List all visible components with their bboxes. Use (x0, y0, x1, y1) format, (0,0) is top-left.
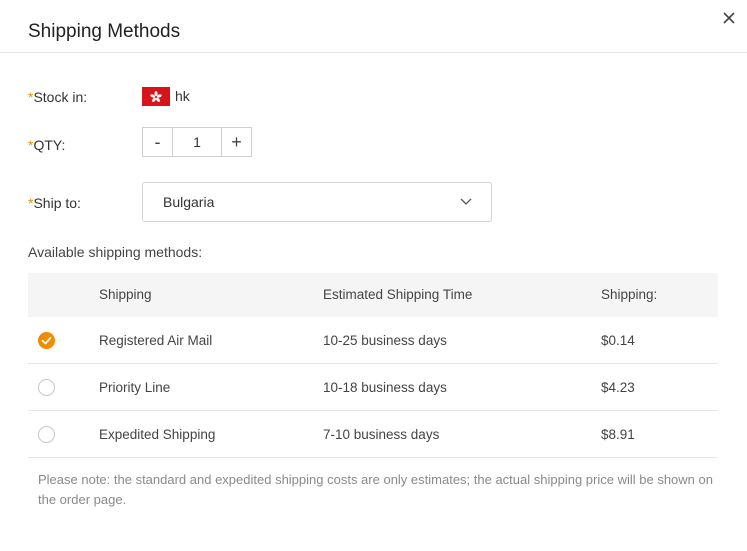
table-row[interactable]: Registered Air Mail 10-25 business days … (28, 317, 718, 364)
radio-expedited-shipping[interactable] (38, 426, 55, 443)
chevron-down-icon (460, 198, 472, 205)
table-row[interactable]: Priority Line 10-18 business days $4.23 (28, 364, 718, 411)
method-time: 7-10 business days (323, 427, 440, 442)
method-price: $8.91 (601, 427, 635, 442)
stock-label: *Stock in: (28, 89, 88, 105)
qty-label: *QTY: (28, 137, 66, 153)
close-icon[interactable] (719, 8, 739, 28)
ship-to-select[interactable]: Bulgaria (142, 182, 492, 222)
check-icon (41, 336, 52, 345)
method-name: Registered Air Mail (99, 333, 213, 348)
radio-registered-air-mail[interactable] (38, 332, 55, 349)
header-shipping: Shipping (99, 287, 152, 302)
dialog-header: Shipping Methods (0, 0, 747, 53)
shipping-methods-table: Shipping Estimated Shipping Time Shippin… (28, 273, 718, 458)
method-price: $0.14 (601, 333, 635, 348)
qty-input[interactable] (173, 128, 221, 156)
header-estimated-time: Estimated Shipping Time (323, 287, 473, 302)
stock-value: hk (175, 88, 190, 104)
header-price: Shipping: (601, 287, 658, 302)
ship-to-label: *Ship to: (28, 195, 81, 211)
radio-priority-line[interactable] (38, 379, 55, 396)
method-price: $4.23 (601, 380, 635, 395)
hong-kong-flag-icon (142, 87, 170, 106)
ship-to-value: Bulgaria (163, 194, 215, 210)
method-time: 10-25 business days (323, 333, 447, 348)
method-name: Priority Line (99, 380, 171, 395)
available-methods-label: Available shipping methods: (28, 244, 203, 260)
method-time: 10-18 business days (323, 380, 447, 395)
method-name: Expedited Shipping (99, 427, 216, 442)
table-header: Shipping Estimated Shipping Time Shippin… (28, 273, 718, 317)
quantity-stepper: - + (142, 127, 252, 157)
table-row[interactable]: Expedited Shipping 7-10 business days $8… (28, 411, 718, 458)
shipping-note: Please note: the standard and expedited … (38, 472, 713, 507)
decrease-qty-button[interactable]: - (143, 128, 173, 156)
dialog-title: Shipping Methods (28, 21, 181, 42)
increase-qty-button[interactable]: + (221, 128, 251, 156)
